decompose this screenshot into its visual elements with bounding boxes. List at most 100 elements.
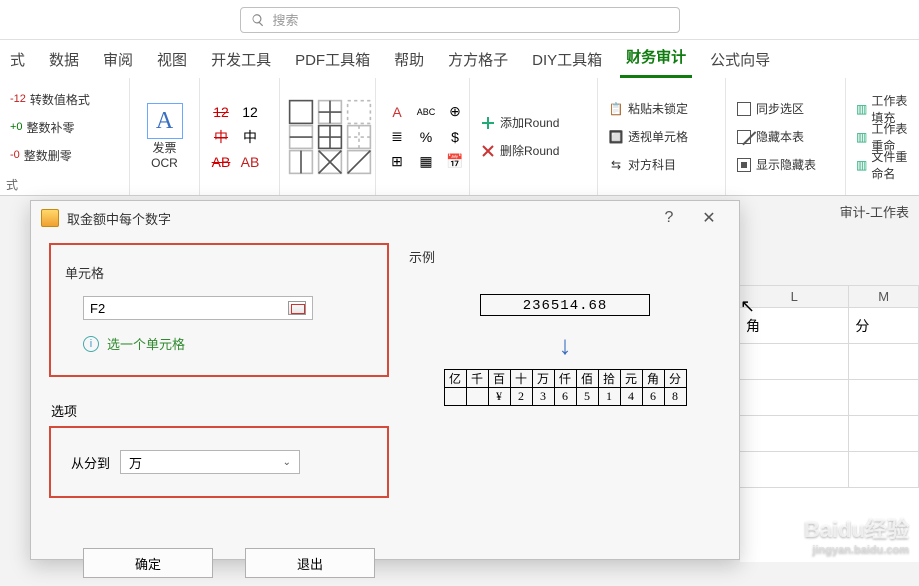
group-label-format: 式 <box>0 176 129 195</box>
cmd-show-hidden[interactable]: 显示隐藏表 <box>734 153 818 177</box>
cmd-invoice-ocr[interactable]: A 发票 OCR <box>138 103 191 170</box>
grid2-icon[interactable]: ▦ <box>413 151 439 173</box>
label-from: 从分到 <box>71 453 110 472</box>
border-all-icon[interactable] <box>317 126 343 148</box>
tab-data[interactable]: 数据 <box>43 49 85 78</box>
cmd-to-number[interactable]: -12转数值格式 <box>8 87 92 111</box>
border-plus-icon[interactable] <box>317 101 343 123</box>
cell-empty[interactable] <box>849 416 919 452</box>
digit-header: 角 <box>642 370 664 388</box>
input-cell-ref[interactable]: F2 <box>83 296 313 320</box>
digit-value: 4 <box>620 388 642 406</box>
border-full-dot-icon[interactable] <box>346 126 372 148</box>
arrows-icon: ⇆ <box>608 157 624 173</box>
letter-a-icon: A <box>147 103 183 139</box>
calendar-icon[interactable]: 📅 <box>442 151 468 173</box>
digit-header: 佰 <box>576 370 598 388</box>
file-icon: ▥ <box>856 157 867 173</box>
cell-empty[interactable] <box>740 344 849 380</box>
digit-value: 3 <box>532 388 554 406</box>
cell-L-jiao[interactable]: 角 <box>740 308 849 344</box>
border-v-icon[interactable] <box>288 151 314 173</box>
tab-diy[interactable]: DIY工具箱 <box>526 49 608 78</box>
tab-help[interactable]: 帮助 <box>388 49 430 78</box>
cell-value: F2 <box>90 301 105 316</box>
strike-ab-icon[interactable]: AB <box>208 151 234 173</box>
cell-empty[interactable] <box>849 344 919 380</box>
border-diag-icon[interactable] <box>346 151 372 173</box>
range-picker-icon[interactable] <box>288 301 306 315</box>
clipboard-icon: 📋 <box>608 101 624 117</box>
digit-header: 百 <box>488 370 510 388</box>
label-options: 选项 <box>51 401 389 420</box>
label-cell: 单元格 <box>65 263 373 282</box>
cancel-button[interactable]: 退出 <box>245 548 375 578</box>
help-button[interactable]: ? <box>649 209 689 227</box>
val-12[interactable]: 12 <box>237 101 263 123</box>
percent-icon[interactable]: % <box>413 126 439 148</box>
tab-pdf[interactable]: PDF工具箱 <box>289 49 376 78</box>
fill-icon: ▥ <box>856 101 867 117</box>
plus-box-icon[interactable]: ⊕ <box>442 101 468 123</box>
letter-a-small-icon[interactable]: A <box>384 101 410 123</box>
cmd-paste-unlock[interactable]: 📋粘贴未锁定 <box>606 97 690 121</box>
ok-button[interactable]: 确定 <box>83 548 213 578</box>
cell-empty[interactable] <box>849 452 919 488</box>
cmd-sync-sel[interactable]: 同步选区 <box>734 97 818 121</box>
group-label-audit: 审计-工作表 <box>840 202 909 221</box>
format-grid: A ABC ⊕ ≣ % $ ⊞ ▦ 📅 <box>384 101 468 173</box>
strike-grid: 12 12 中 中 AB AB <box>208 101 263 173</box>
cmd-hide-sheet[interactable]: 隐藏本表 <box>734 125 818 149</box>
tab-fanggezi[interactable]: 方方格子 <box>442 49 514 78</box>
panel-cell: 单元格 F2 i 选一个单元格 <box>49 243 389 377</box>
tab-audit[interactable]: 财务审计 <box>620 46 692 78</box>
val-ab[interactable]: AB <box>237 151 263 173</box>
info-icon: i <box>83 336 99 352</box>
cell-M-fen[interactable]: 分 <box>849 308 919 344</box>
border-dot-icon[interactable] <box>346 101 372 123</box>
tab-review[interactable]: 审阅 <box>97 49 139 78</box>
cmd-file-rename[interactable]: ▥文件重命名 <box>854 153 911 177</box>
cell-empty[interactable] <box>849 380 919 416</box>
cmd-int-trim[interactable]: -0整数删零 <box>8 143 92 167</box>
tab-formula[interactable]: 式 <box>4 49 31 78</box>
dollar-icon[interactable]: $ <box>442 126 468 148</box>
dialog-titlebar[interactable]: 取金额中每个数字 ? ✕ <box>31 201 739 235</box>
cmd-sheet-fill[interactable]: ▥工作表填充 <box>854 97 911 121</box>
cmd-pivot-cell[interactable]: 🔲透视单元格 <box>606 125 690 149</box>
strike-12-icon[interactable]: 12 <box>208 101 234 123</box>
tab-formula-guide[interactable]: 公式向导 <box>704 49 776 78</box>
cell-empty[interactable] <box>740 452 849 488</box>
border-cross-icon[interactable] <box>317 151 343 173</box>
strike-zhong-icon[interactable]: 中 <box>208 126 234 148</box>
cmd-sheet-rename[interactable]: ▥工作表重命 <box>854 125 911 149</box>
val-zhong[interactable]: 中 <box>237 126 263 148</box>
cell-empty[interactable] <box>740 380 849 416</box>
col-header-L[interactable]: L <box>740 286 849 308</box>
x-icon <box>480 143 496 159</box>
digit-header: 仟 <box>554 370 576 388</box>
cmd-del-round[interactable]: 删除Round <box>478 139 561 163</box>
cmd-counter-account[interactable]: ⇆对方科目 <box>606 153 690 177</box>
digit-header: 元 <box>620 370 642 388</box>
cmd-add-round[interactable]: 添加Round <box>478 111 561 135</box>
abc-icon[interactable]: ABC <box>413 101 439 123</box>
digit-value: 2 <box>510 388 532 406</box>
grid-icon[interactable]: ⊞ <box>384 151 410 173</box>
border-h-icon[interactable] <box>288 126 314 148</box>
col-header-M[interactable]: M <box>849 286 919 308</box>
close-button[interactable]: ✕ <box>689 208 729 228</box>
border-outer-icon[interactable] <box>288 101 314 123</box>
list-icon[interactable]: ≣ <box>384 126 410 148</box>
tab-devtools[interactable]: 开发工具 <box>205 49 277 78</box>
panel-options: 从分到 万 ⌄ <box>49 426 389 498</box>
show-icon <box>736 157 752 173</box>
cell-empty[interactable] <box>740 416 849 452</box>
digit-value: 8 <box>664 388 686 406</box>
search-box[interactable]: 搜索 <box>240 7 680 33</box>
tab-view[interactable]: 视图 <box>151 49 193 78</box>
ribbon: -12转数值格式 +0整数补零 -0整数删零 式 A 发票 OCR 12 12 … <box>0 78 919 196</box>
cmd-int-pad[interactable]: +0整数补零 <box>8 115 92 139</box>
digit-value: 6 <box>554 388 576 406</box>
select-unit[interactable]: 万 ⌄ <box>120 450 300 474</box>
